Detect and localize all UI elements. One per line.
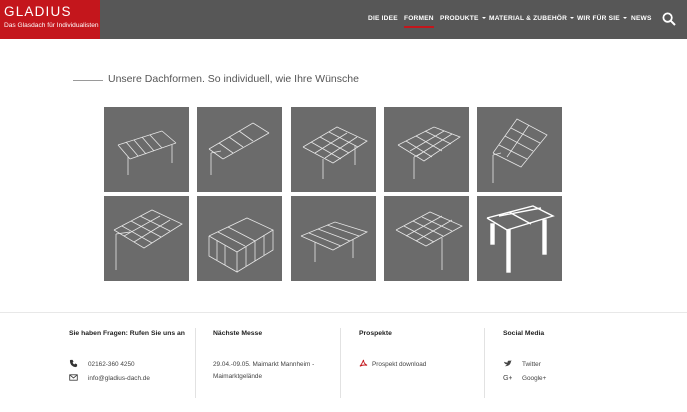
page-headline: Unsere Dachformen. So individuell, wie I… bbox=[108, 73, 359, 85]
roof-form-tile-8[interactable] bbox=[291, 196, 376, 281]
nav-die-idee[interactable]: DIE IDEE bbox=[368, 15, 398, 22]
chevron-down-icon bbox=[570, 17, 575, 19]
brochure-title: Prospekte bbox=[359, 330, 392, 337]
search-icon[interactable] bbox=[662, 12, 676, 26]
roof-form-tile-1[interactable] bbox=[104, 107, 189, 192]
roof-form-tile-3[interactable] bbox=[291, 107, 376, 192]
fair-date-line: 29.04.-09.05. Maimarkt Mannheim - bbox=[213, 361, 315, 368]
roof-form-tile-9[interactable] bbox=[384, 196, 469, 281]
logo-tagline: Das Glasdach für Individualisten bbox=[4, 22, 99, 29]
roof-form-image bbox=[300, 221, 369, 262]
contact-phone[interactable]: 02162-360 4250 bbox=[88, 361, 135, 368]
nav-material-zubehoer[interactable]: MATERIAL & ZUBEHÖR bbox=[489, 15, 575, 22]
roof-form-tile-2[interactable] bbox=[197, 107, 282, 192]
roof-form-tile-7[interactable] bbox=[197, 196, 282, 281]
fair-title: Nächste Messe bbox=[213, 330, 263, 337]
logo[interactable]: GLADIUS Das Glasdach für Individualisten bbox=[0, 0, 100, 39]
svg-text:G+: G+ bbox=[503, 373, 512, 382]
footer-brochure-column: Prospekte bbox=[359, 330, 392, 337]
footer-column-divider bbox=[195, 328, 196, 398]
contact-title: Sie haben Fragen: Rufen Sie uns an bbox=[69, 330, 185, 337]
chevron-down-icon bbox=[622, 17, 627, 19]
roof-form-tile-6[interactable] bbox=[104, 196, 189, 281]
brochure-download-link[interactable]: Prospekt download bbox=[372, 361, 426, 368]
social-google-link[interactable]: Google+ bbox=[522, 375, 546, 382]
nav-produkte[interactable]: PRODUKTE bbox=[440, 15, 486, 22]
roof-form-image bbox=[208, 122, 270, 175]
roof-form-image bbox=[113, 209, 183, 270]
roof-form-image bbox=[302, 126, 368, 179]
headline-rule bbox=[73, 80, 103, 81]
footer-column-divider bbox=[484, 328, 485, 398]
top-navigation-bar: GLADIUS Das Glasdach für Individualisten… bbox=[0, 0, 687, 39]
footer-column-divider bbox=[340, 328, 341, 398]
google-plus-icon: G+ bbox=[503, 373, 512, 382]
logo-brand: GLADIUS bbox=[4, 4, 72, 19]
footer-divider bbox=[0, 312, 687, 313]
social-twitter-link[interactable]: Twitter bbox=[522, 361, 541, 368]
footer-social-column: Social Media bbox=[503, 330, 544, 337]
nav-wir-fuer-sie[interactable]: WIR FÜR SIE bbox=[577, 15, 627, 22]
fair-location-line: Maimarktgelände bbox=[213, 373, 263, 380]
roof-form-image bbox=[492, 118, 548, 183]
roof-form-image bbox=[395, 211, 463, 270]
roof-form-image bbox=[117, 130, 177, 175]
phone-icon bbox=[69, 359, 78, 368]
chevron-down-icon bbox=[481, 17, 486, 19]
footer-fair-column: Nächste Messe bbox=[213, 330, 262, 337]
contact-email[interactable]: info@gladius-dach.de bbox=[88, 375, 150, 382]
roof-form-image bbox=[486, 205, 555, 273]
mail-icon bbox=[69, 374, 78, 381]
roof-form-tile-10[interactable] bbox=[477, 196, 562, 281]
twitter-icon bbox=[503, 360, 512, 367]
roof-form-tile-5[interactable] bbox=[477, 107, 562, 192]
roof-form-tile-4[interactable] bbox=[384, 107, 469, 192]
nav-formen[interactable]: FORMEN bbox=[404, 15, 434, 28]
roof-form-image bbox=[208, 217, 274, 273]
roof-form-image bbox=[397, 126, 461, 179]
nav-news[interactable]: NEWS bbox=[631, 15, 652, 22]
pdf-icon bbox=[359, 359, 368, 367]
social-title: Social Media bbox=[503, 330, 545, 337]
footer-contact-column: Sie haben Fragen: Rufen Sie uns an bbox=[69, 330, 185, 337]
